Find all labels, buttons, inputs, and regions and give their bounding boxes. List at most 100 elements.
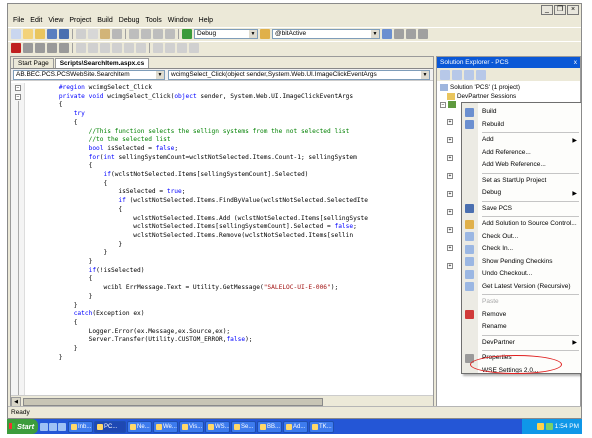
menu-item-add-reference[interactable]: Add Reference...: [462, 147, 581, 160]
tab-searchitem-aspx-cs[interactable]: Scripts\SearchItem.aspx.cs: [54, 58, 150, 68]
menu-item-show-pending-checkins[interactable]: Show Pending Checkins: [462, 256, 581, 269]
menu-item-devpartner[interactable]: DevPartner ▶: [462, 337, 581, 350]
start-button[interactable]: Start: [7, 419, 38, 434]
tree-node-folder[interactable]: +: [447, 263, 453, 269]
minimize-button[interactable]: _: [541, 5, 553, 15]
menu-view[interactable]: View: [45, 15, 66, 27]
taskbar-button[interactable]: Ad...: [283, 420, 308, 433]
menu-item-properties[interactable]: Properties: [462, 352, 581, 365]
menu-item-check-in[interactable]: Check In...: [462, 243, 581, 256]
save-all-icon[interactable]: [59, 29, 69, 39]
tree-node-solution[interactable]: Solution 'PCS' (1 project): [440, 83, 520, 92]
menu-item-undo-checkout[interactable]: Undo Checkout...: [462, 268, 581, 281]
start-debug-icon[interactable]: [182, 29, 192, 39]
properties-window-icon[interactable]: [406, 29, 416, 39]
redo-icon[interactable]: [141, 29, 151, 39]
align-icon[interactable]: [76, 43, 86, 53]
menu-item-check-out[interactable]: Check Out...: [462, 231, 581, 244]
menu-item-debug[interactable]: Debug ▶: [462, 187, 581, 200]
tree-node-folder[interactable]: +: [447, 137, 453, 143]
taskbar-button[interactable]: Inb...: [68, 420, 93, 433]
add-item-icon[interactable]: [23, 29, 33, 39]
scroll-thumb[interactable]: [23, 397, 323, 406]
close-icon[interactable]: x: [574, 57, 580, 68]
collapse-icon[interactable]: −: [440, 101, 446, 108]
find-combo[interactable]: @bitActive ▼: [272, 29, 380, 39]
menu-project[interactable]: Project: [66, 15, 94, 27]
tree-node-devpartner-sessions[interactable]: DevPartner Sessions: [447, 92, 516, 101]
expand-icon[interactable]: +: [447, 119, 453, 125]
solution-configuration-combo[interactable]: Debug ▼: [194, 29, 258, 39]
cut-icon[interactable]: [76, 29, 86, 39]
menu-build[interactable]: Build: [94, 15, 116, 27]
comment-icon[interactable]: [177, 43, 187, 53]
align-icon[interactable]: [136, 43, 146, 53]
expand-icon[interactable]: +: [447, 155, 453, 161]
align-icon[interactable]: [112, 43, 122, 53]
navigate-forward-icon[interactable]: [165, 29, 175, 39]
menu-item-get-latest-version-recursive[interactable]: Get Latest Version (Recursive): [462, 281, 581, 294]
open-folder-icon[interactable]: [35, 29, 45, 39]
menu-item-build[interactable]: Build: [462, 106, 581, 119]
tree-node-folder[interactable]: +: [447, 155, 453, 161]
taskbar-button[interactable]: Ne...: [127, 420, 152, 433]
toolbox-icon[interactable]: [418, 29, 428, 39]
tab-start-page[interactable]: Start Page: [13, 58, 54, 68]
align-icon[interactable]: [100, 43, 110, 53]
code-area[interactable]: − − #region wcimgSelect_Click private vo…: [11, 83, 433, 395]
breakpoint-icon[interactable]: [11, 43, 21, 53]
collapse-region-icon[interactable]: −: [15, 85, 21, 91]
uncomment-icon[interactable]: [189, 43, 199, 53]
member-combo[interactable]: wcimgSelect_Click(object sender,System.W…: [168, 69, 430, 80]
expand-icon[interactable]: +: [447, 173, 453, 179]
menu-item-paste[interactable]: Paste: [462, 296, 581, 309]
menu-window[interactable]: Window: [165, 15, 196, 27]
align-icon[interactable]: [124, 43, 134, 53]
expand-icon[interactable]: +: [447, 209, 453, 215]
align-icon[interactable]: [88, 43, 98, 53]
menu-edit[interactable]: Edit: [27, 15, 45, 27]
close-button[interactable]: ×: [567, 5, 579, 15]
tree-node-folder[interactable]: +: [447, 209, 453, 215]
view-code-icon[interactable]: [476, 69, 486, 80]
expand-icon[interactable]: +: [447, 191, 453, 197]
solution-explorer-icon[interactable]: [394, 29, 404, 39]
copy-icon[interactable]: [88, 29, 98, 39]
scroll-left-icon[interactable]: ◀: [11, 396, 21, 407]
tree-node-folder[interactable]: +: [447, 245, 453, 251]
taskbar-button[interactable]: PC...: [94, 420, 126, 433]
collapse-method-icon[interactable]: −: [15, 94, 21, 100]
expand-icon[interactable]: +: [447, 245, 453, 251]
menu-tools[interactable]: Tools: [142, 15, 164, 27]
taskbar-button[interactable]: BB...: [257, 420, 282, 433]
menu-item-rename[interactable]: Rename: [462, 321, 581, 334]
tray-icon[interactable]: [536, 423, 544, 430]
ie-icon[interactable]: [40, 422, 48, 431]
tree-node-folder[interactable]: +: [447, 173, 453, 179]
taskbar-button[interactable]: WS...: [205, 420, 230, 433]
format-icon[interactable]: [47, 43, 57, 53]
expand-icon[interactable]: +: [447, 263, 453, 269]
menu-help[interactable]: Help: [196, 15, 216, 27]
refresh-icon[interactable]: [464, 69, 474, 80]
outlook-icon[interactable]: [49, 422, 57, 431]
menu-file[interactable]: File: [10, 15, 27, 27]
indent-icon[interactable]: [153, 43, 163, 53]
format-icon[interactable]: [35, 43, 45, 53]
menu-item-set-as-startup-project[interactable]: Set as StartUp Project: [462, 175, 581, 188]
find-in-files-icon[interactable]: [260, 29, 270, 39]
paste-icon[interactable]: [100, 29, 110, 39]
menu-item-add[interactable]: Add ▶: [462, 134, 581, 147]
menu-item-rebuild[interactable]: Rebuild: [462, 119, 581, 132]
tray-icon[interactable]: [545, 423, 553, 430]
menu-item-remove[interactable]: Remove: [462, 309, 581, 322]
menu-item-add-solution-to-source-control[interactable]: Add Solution to Source Control...: [462, 218, 581, 231]
tree-node-folder[interactable]: +: [447, 119, 453, 125]
outdent-icon[interactable]: [165, 43, 175, 53]
find-icon[interactable]: [382, 29, 392, 39]
menu-item-add-web-reference[interactable]: Add Web Reference...: [462, 159, 581, 172]
tree-node-folder[interactable]: +: [447, 191, 453, 197]
show-all-files-icon[interactable]: [452, 69, 462, 80]
restore-button[interactable]: ❐: [554, 5, 566, 15]
tree-node-folder[interactable]: +: [447, 227, 453, 233]
